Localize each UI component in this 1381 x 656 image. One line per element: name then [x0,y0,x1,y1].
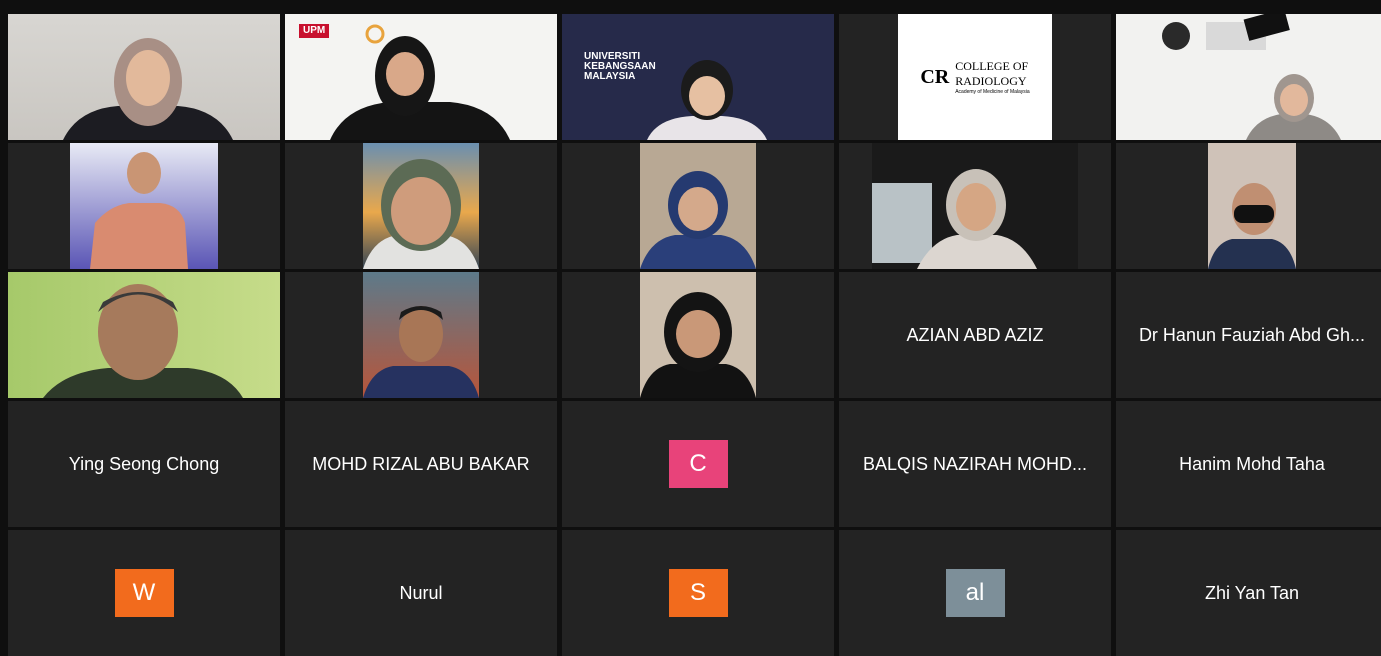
participant-tile[interactable]: Ying Seong Chong [8,401,280,527]
upm-logo: UPM [299,24,330,38]
participant-name: AZIAN ABD AZIZ [906,324,1044,345]
video-tile[interactable] [8,143,280,269]
participant-tile[interactable]: al [839,530,1111,656]
participant-name: Ying Seong Chong [68,453,220,474]
video-tile[interactable] [285,272,557,398]
participant-name: Zhi Yan Tan [1204,582,1300,603]
participant-silhouette [43,284,243,398]
participant-name: Dr Hanun Fauziah Abd Gh... [1138,324,1366,345]
video-tile[interactable]: UNIVERSITI KEBANGSAAN MALAYSIA [562,14,834,140]
avatar: al [945,569,1005,617]
participant-video [872,143,1078,269]
participant-video [640,272,756,398]
participant-tile[interactable]: C [562,401,834,527]
avatar: W [114,569,174,617]
participant-name: Nurul [399,582,443,603]
participant-video [1116,14,1381,140]
participant-tile[interactable]: BALQIS NAZIRAH MOHD... [839,401,1111,527]
participant-name: BALQIS NAZIRAH MOHD... [862,453,1088,474]
participant-silhouette [90,152,188,269]
avatar: C [668,440,728,488]
video-tile[interactable] [8,272,280,398]
video-tile[interactable] [285,143,557,269]
participant-name: MOHD RIZAL ABU BAKAR [312,453,530,474]
participant-tile[interactable]: AZIAN ABD AZIZ [839,272,1111,398]
participant-tile[interactable]: Zhi Yan Tan [1116,530,1381,656]
participant-video: UNIVERSITI KEBANGSAAN MALAYSIA [562,14,834,140]
video-tile-active-speaker[interactable]: UPM [285,14,557,140]
participant-video [363,272,479,398]
participant-video: UPM [285,14,557,140]
college-of-radiology-logo: CR COLLEGE OF RADIOLOGY Academy of Medic… [898,14,1052,140]
video-tile[interactable] [562,272,834,398]
participant-silhouette [363,159,479,269]
video-tile[interactable] [8,14,280,140]
gallery-view: UPM UNIVERSITI KEBANGSAAN MALAYSIA CR CO… [8,14,1381,656]
ukm-logo-text: UNIVERSITI KEBANGSAAN MALAYSIA [584,51,656,82]
participant-video [8,14,280,140]
participant-video [363,143,479,269]
participant-tile[interactable]: MOHD RIZAL ABU BAKAR [285,401,557,527]
participant-silhouette [1162,14,1341,140]
participant-silhouette [640,292,756,398]
radiology-mark-icon: CR [920,65,950,88]
video-tile[interactable] [839,143,1111,269]
participant-video [1208,143,1296,269]
participant-name: Hanim Mohd Taha [1179,453,1325,474]
participant-tile[interactable]: Nurul [285,530,557,656]
video-tile[interactable] [1116,14,1381,140]
participant-tile[interactable]: S [562,530,834,656]
participant-silhouette [1208,183,1296,269]
participant-tile[interactable]: Dr Hanun Fauziah Abd Gh... [1116,272,1381,398]
video-tile[interactable] [1116,143,1381,269]
participant-video [640,143,756,269]
participant-silhouette [63,38,233,140]
participant-silhouette [640,171,756,269]
participant-video [70,143,218,269]
video-tile[interactable]: CR COLLEGE OF RADIOLOGY Academy of Medic… [839,14,1111,140]
avatar: S [668,569,728,617]
participant-video [8,272,280,398]
participant-tile[interactable]: W [8,530,280,656]
participant-silhouette [872,169,1037,269]
participant-silhouette [363,306,479,398]
participant-tile[interactable]: Hanim Mohd Taha [1116,401,1381,527]
video-tile[interactable] [562,143,834,269]
